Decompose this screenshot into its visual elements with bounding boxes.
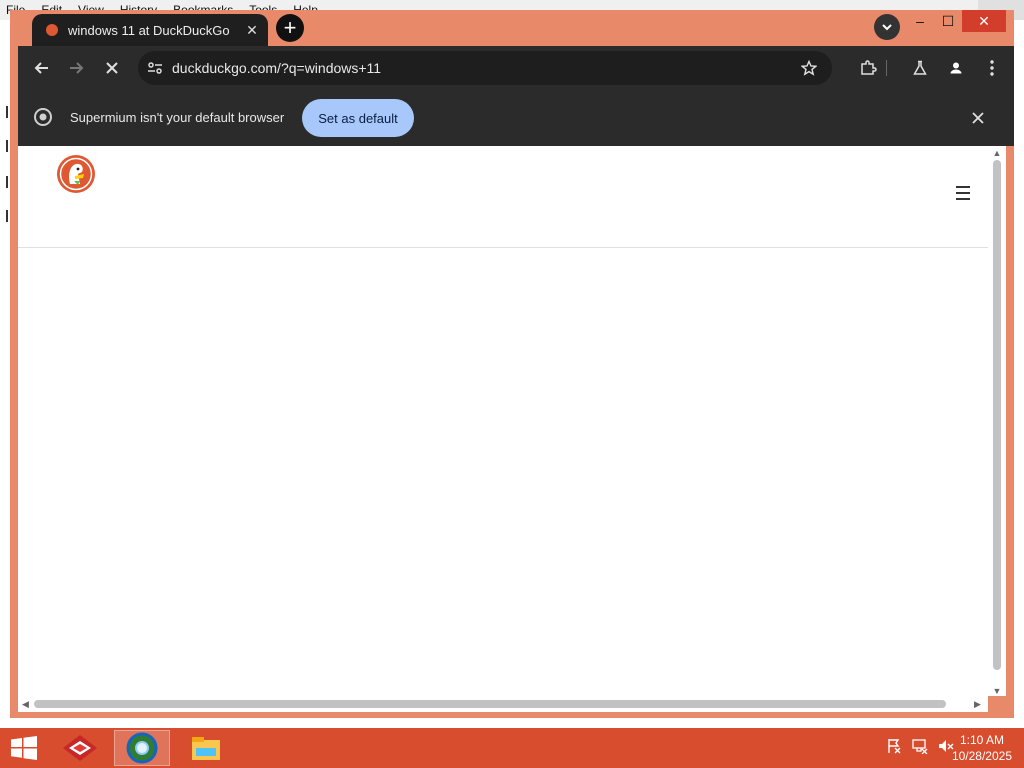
scroll-right-icon[interactable]: ▶ (974, 699, 981, 710)
horizontal-scrollbar[interactable]: ◀ ▶ (18, 696, 988, 712)
flask-icon (913, 60, 927, 75)
browser-taskbar-button[interactable] (114, 730, 170, 766)
minimize-button[interactable]: – (906, 10, 934, 32)
close-icon (106, 62, 118, 74)
system-tray (886, 738, 954, 754)
toolbar-separator (886, 60, 887, 76)
clock-date: 10/28/2025 (951, 749, 1012, 763)
vertical-scroll-thumb[interactable] (993, 160, 1001, 670)
page-content (18, 146, 1006, 696)
title-bar: windows 11 at DuckDuckGo ✕ + – ☐ ✕ (10, 10, 1014, 46)
maximize-button[interactable]: ☐ (934, 10, 962, 32)
duckduckgo-logo-icon[interactable] (56, 154, 96, 194)
system-clock[interactable]: 1:10 AM 10/28/2025 (952, 732, 1012, 764)
pdf-reader-app-icon (63, 735, 97, 761)
person-icon (947, 59, 965, 77)
tab-close-icon[interactable]: ✕ (242, 20, 262, 40)
url-text: duckduckgo.com/?q=windows+11 (172, 60, 382, 76)
more-vert-icon (990, 60, 994, 76)
new-tab-button[interactable]: + (276, 14, 304, 42)
puzzle-icon (861, 60, 877, 75)
infobar-close-icon[interactable] (968, 108, 988, 128)
pdf-reader-taskbar-button[interactable] (52, 730, 108, 766)
action-center-flag-icon[interactable] (886, 738, 902, 754)
infobar-message: Supermium isn't your default browser (70, 110, 285, 125)
forward-button[interactable] (62, 54, 90, 82)
network-icon[interactable] (912, 738, 928, 754)
stop-loading-button[interactable] (98, 54, 126, 82)
close-window-button[interactable]: ✕ (962, 10, 1006, 32)
background-window-edge (0, 100, 10, 300)
vertical-scrollbar[interactable]: ▲ ▼ (988, 146, 1006, 696)
duckduckgo-favicon-icon (46, 24, 58, 36)
browser-window: windows 11 at DuckDuckGo ✕ + – ☐ ✕ duckd… (10, 10, 1014, 718)
profile-button[interactable] (942, 54, 970, 82)
window-controls: – ☐ ✕ (906, 10, 1006, 32)
arrow-right-icon (70, 62, 84, 74)
header-divider (18, 247, 988, 248)
address-bar[interactable]: duckduckgo.com/?q=windows+11 (138, 51, 832, 85)
horizontal-scroll-thumb[interactable] (34, 700, 946, 708)
labs-button[interactable] (906, 54, 934, 82)
scroll-left-icon[interactable]: ◀ (22, 699, 29, 710)
start-windows-icon[interactable] (10, 736, 38, 760)
chromium-logo-icon (34, 108, 52, 126)
chevron-down-icon (882, 24, 892, 31)
toolbar: duckduckgo.com/?q=windows+11 (18, 46, 1014, 90)
scroll-up-icon[interactable]: ▲ (992, 148, 1002, 158)
arrow-left-icon (34, 62, 48, 74)
supermium-browser-app-icon (126, 732, 158, 764)
taskbar: 1:10 AM 10/28/2025 (0, 728, 1024, 768)
tab-search-button[interactable] (874, 14, 900, 40)
set-as-default-button[interactable]: Set as default (302, 99, 414, 137)
tab-title: windows 11 at DuckDuckGo (68, 22, 230, 38)
default-browser-infobar: Supermium isn't your default browser Set… (18, 90, 1014, 146)
clock-time: 1:10 AM (959, 733, 1004, 747)
hamburger-menu-icon[interactable] (956, 186, 976, 202)
site-info-icon[interactable] (146, 59, 164, 77)
file-explorer-app-icon (192, 737, 220, 760)
extensions-button[interactable] (854, 54, 882, 82)
back-button[interactable] (28, 54, 56, 82)
bookmark-star-icon[interactable] (800, 59, 818, 77)
tab-active[interactable]: windows 11 at DuckDuckGo ✕ (32, 14, 268, 46)
scroll-down-icon[interactable]: ▼ (992, 686, 1002, 696)
menu-button[interactable] (978, 54, 1006, 82)
file-explorer-taskbar-button[interactable] (178, 730, 234, 766)
